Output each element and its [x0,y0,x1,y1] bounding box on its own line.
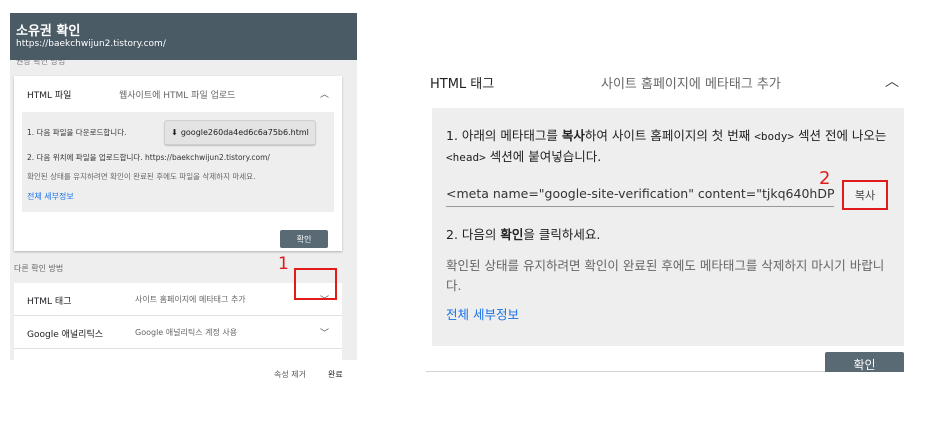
method-row-google-analytics[interactable]: Google 애널리틱스 Google 애널리틱스 계정 사용 ﹀ [14,316,342,349]
left-verification-panel: 소유권 확인 https://baekchwijun2.tistory.com/… [10,13,357,385]
download-file-name: google260da4ed6c6a75b6.html [180,128,309,137]
keep-file-note: 확인된 상태를 유지하려면 확인이 완료된 후에도 파일을 삭제하지 마세요. [27,172,256,181]
download-file-button[interactable]: ⬇ google260da4ed6c6a75b6.html [164,120,316,145]
method-name: Google 애널리틱스 [27,330,103,340]
annotation-number-1: 1 [278,254,289,274]
method-description: 웹사이트에 HTML 파일 업로드 [119,91,236,101]
html-file-instructions: 1. 다음 파일을 다운로드합니다. ⬇ google260da4ed6c6a7… [22,112,334,212]
annotation-highlight-box [294,268,337,300]
full-details-link[interactable]: 전체 세부정보 [27,191,74,202]
remove-property-button[interactable]: 속성 제거 [274,369,306,380]
property-url: https://baekchwijun2.tistory.com/ [16,39,166,49]
panel-footer: 속성 제거 완료 [10,360,357,385]
keep-tag-note: 확인된 상태를 유지하려면 확인이 완료된 후에도 메타태그를 삭제하지 마시기… [446,258,885,293]
annotation-number-2: 2 [819,168,831,189]
verify-button[interactable]: 확인 [280,230,328,248]
method-name: HTML 태그 [27,297,72,307]
panel-title: 소유권 확인 [16,24,81,39]
chevron-down-icon[interactable]: ﹀ [320,326,329,339]
chevron-up-icon[interactable]: ︿ [320,87,329,100]
step-2-text: 2. 다음의 확인을 클릭하세요. [446,227,601,242]
other-methods-label: 다른 확인 방법 [14,264,64,273]
html-file-method-card: HTML 파일 웹사이트에 HTML 파일 업로드 ︿ 1. 다음 파일을 다운… [14,76,342,251]
step-1-text: 1. 아래의 메타태그를 복사하여 사이트 홈페이지의 첫 번째 <body> … [446,128,887,164]
panel-header: 소유권 확인 https://baekchwijun2.tistory.com/ [10,13,357,60]
step-2-text: 2. 다음 위치에 파일을 업로드합니다. https://baekchwiju… [27,153,270,162]
full-details-link[interactable]: 전체 세부정보 [446,304,519,323]
html-tag-instructions: 1. 아래의 메타태그를 복사하여 사이트 홈페이지의 첫 번째 <body> … [432,108,904,346]
done-button[interactable]: 완료 [328,369,343,380]
verify-button[interactable]: 확인 [825,352,904,372]
copy-button[interactable]: 복사 [842,180,888,210]
step-1-text: 1. 다음 파일을 다운로드합니다. [27,128,127,137]
method-name: HTML 태그 [430,77,495,92]
meta-tag-value: <meta name="google-site-verification" co… [446,186,834,201]
meta-tag-field[interactable]: <meta name="google-site-verification" co… [446,184,834,207]
method-name: HTML 파일 [27,91,72,101]
method-description: 사이트 홈페이지에 메타태그 추가 [135,295,246,304]
method-description: 사이트 홈페이지에 메타태그 추가 [601,77,781,92]
download-icon: ⬇ [171,128,178,137]
chevron-up-icon[interactable]: ︿ [885,71,899,91]
html-file-method-header[interactable]: HTML 파일 웹사이트에 HTML 파일 업로드 ︿ [14,76,342,110]
method-row-html-tag[interactable]: HTML 태그 사이트 홈페이지에 메타태그 추가 ﹀ [14,283,342,316]
recommended-method-label: 권장 확인 방법 [16,60,66,66]
method-description: Google 애널리틱스 계정 사용 [135,328,238,337]
